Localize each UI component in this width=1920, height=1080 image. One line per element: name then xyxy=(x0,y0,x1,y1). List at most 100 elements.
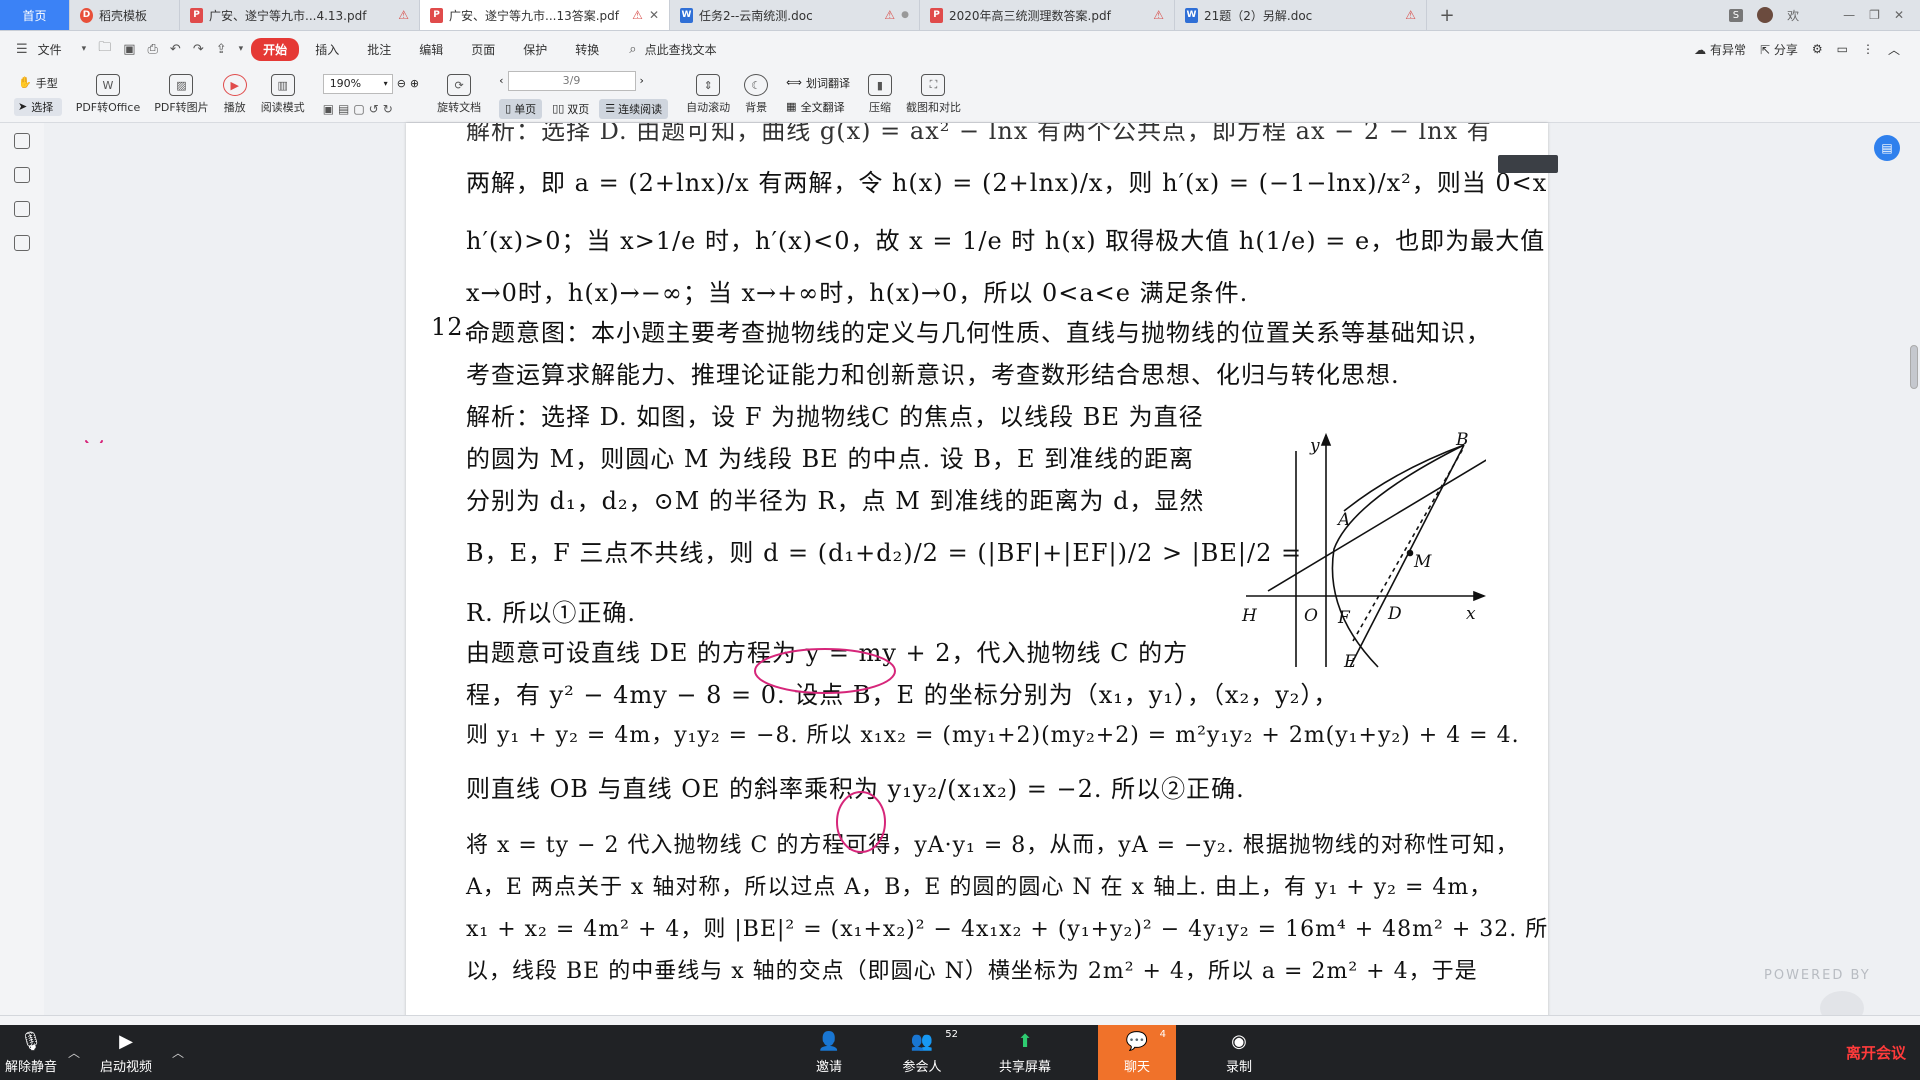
tab-pdf-3[interactable]: P 2020年高三统测理数答案.pdf ⚠ xyxy=(920,0,1175,30)
zoom-out-icon[interactable]: ⊖ xyxy=(397,77,406,90)
comment-icon[interactable]: ▭ xyxy=(1837,42,1848,56)
open-folder-icon[interactable]: 🗀 xyxy=(94,38,115,60)
new-tab-button[interactable]: + xyxy=(1427,0,1467,30)
share-button[interactable]: ⇱ 分享 xyxy=(1760,41,1798,58)
menu-bar: ☰ 文件 ▾ 🗀 ▣ ⎙ ↶ ↷ ⇪ ▾ 开始 插入 批注 编辑 页面 保护 转… xyxy=(0,31,1920,67)
redo-icon[interactable]: ↷ xyxy=(189,42,208,57)
settings-icon[interactable]: ⚙ xyxy=(1812,42,1823,56)
chevron-down-icon[interactable]: ▾ xyxy=(78,44,91,54)
report-issue-button[interactable]: ☁ 有异常 xyxy=(1694,41,1746,58)
doc-icon: W xyxy=(1185,7,1198,23)
save-icon[interactable]: ▣ xyxy=(119,42,139,57)
record-button[interactable]: ◉ 录制 xyxy=(1214,1025,1264,1080)
doc-line: 程，有 y² − 4my − 8 = 0. 设点 B，E 的坐标分别为（x₁，y… xyxy=(466,681,1339,709)
zoom-in-icon[interactable]: ⊕ xyxy=(410,77,419,90)
menu-page[interactable]: 页面 xyxy=(459,38,507,61)
tab-doc-2[interactable]: W 21题（2）另解.doc ⚠ xyxy=(1175,0,1427,30)
left-sidebar xyxy=(0,123,44,1025)
menu-annotate[interactable]: 批注 xyxy=(355,38,403,61)
start-video-button[interactable]: ▶ 启动视频 xyxy=(86,1025,166,1080)
background-button[interactable]: ☾ 背景 xyxy=(744,74,769,115)
menu-file[interactable]: 文件 xyxy=(36,38,74,61)
menu-start[interactable]: 开始 xyxy=(251,37,300,61)
annotation-list-icon[interactable] xyxy=(14,235,30,251)
tab-home[interactable]: 首页 xyxy=(0,0,70,30)
screenshot-compare-button[interactable]: ⛶ 截图和对比 xyxy=(906,74,961,115)
page-mini-toolbar[interactable] xyxy=(1498,155,1558,173)
chevron-up-icon[interactable]: ︿ xyxy=(68,1044,80,1061)
rotate-doc-button[interactable]: ⟳ 旋转文档 xyxy=(437,74,481,115)
pdf-to-office-button[interactable]: W PDF转Office xyxy=(76,74,140,115)
fit-width-icon[interactable]: ▤ xyxy=(338,102,349,116)
share-label: 分享 xyxy=(1773,42,1798,57)
outline-icon[interactable] xyxy=(14,133,30,149)
invite-button[interactable]: 👤 邀请 xyxy=(804,1025,854,1080)
zoom-value: 190% xyxy=(329,77,362,90)
actual-size-icon[interactable]: ▢ xyxy=(353,102,364,116)
hand-tool-button[interactable]: ✋ 手型 xyxy=(14,74,62,92)
unmute-button[interactable]: 🎙 解除静音 xyxy=(0,1025,62,1080)
word-translate-button[interactable]: ⟺ 划词翻译 xyxy=(782,74,854,92)
handwritten-annotation xyxy=(85,440,103,443)
play-icon: ▶ xyxy=(222,74,247,96)
float-tool-icon[interactable]: ▤ xyxy=(1874,135,1900,161)
menu-convert[interactable]: 转换 xyxy=(563,38,611,61)
undo-icon[interactable]: ↶ xyxy=(166,42,185,57)
auto-scroll-button[interactable]: ⇕ 自动滚动 xyxy=(686,74,730,115)
select-tool-button[interactable]: ➤ 选择 xyxy=(14,97,62,116)
compress-button[interactable]: ▮ 压缩 xyxy=(867,74,892,115)
menu-edit[interactable]: 编辑 xyxy=(407,38,455,61)
more-icon[interactable]: ⋮ xyxy=(1862,42,1874,56)
read-mode-button[interactable]: ▥ 阅读模式 xyxy=(261,74,305,115)
leave-meeting-button[interactable]: 离开会议 xyxy=(1846,1042,1906,1063)
search-text-button[interactable]: 点此查找文本 xyxy=(645,38,729,61)
continuous-button[interactable]: ☰ 连续阅读 xyxy=(599,98,669,119)
double-page-button[interactable]: ▯▯ 双页 xyxy=(546,99,595,119)
chevron-up-icon[interactable]: ︿ xyxy=(172,1044,184,1061)
close-window-icon[interactable]: ✕ xyxy=(1894,8,1904,22)
chat-button[interactable]: 💬 4 聊天 xyxy=(1098,1025,1177,1080)
share-screen-button[interactable]: ⬆ 共享屏幕 xyxy=(990,1025,1060,1080)
rotate-right-icon[interactable]: ↻ xyxy=(383,102,393,116)
participants-button[interactable]: 👥 52 参会人 xyxy=(892,1025,959,1080)
tab-pdf-1[interactable]: P 广安、遂宁等九市...4.13.pdf ⚠ xyxy=(180,0,420,30)
restore-icon[interactable]: ❐ xyxy=(1869,8,1880,22)
print-icon[interactable]: ⎙ xyxy=(144,42,162,57)
doc-line: x₁ + x₂ = 4m² + 4，则 |BE|² = (x₁+x₂)² − 4… xyxy=(466,917,1548,942)
warning-icon: ⚠ xyxy=(1153,8,1164,22)
word-translate-label: 划词翻译 xyxy=(805,76,850,90)
hamburger-icon[interactable]: ☰ xyxy=(12,42,32,57)
search-icon[interactable]: ⌕ xyxy=(625,42,640,57)
doc-line: R. 所以①正确. xyxy=(466,599,636,627)
rotate-left-icon[interactable]: ↺ xyxy=(369,102,379,116)
tab-pdf-2[interactable]: P 广安、遂宁等九市...13答案.pdf ⚠ ✕ xyxy=(420,0,670,30)
menu-insert[interactable]: 插入 xyxy=(303,38,351,61)
bookmark-icon[interactable] xyxy=(14,201,30,217)
s-badge[interactable]: S xyxy=(1728,8,1744,22)
chat-count: 4 xyxy=(1159,1029,1167,1040)
thumbnail-icon[interactable] xyxy=(14,167,30,183)
zoom-select[interactable]: 190% ▾ xyxy=(322,73,393,94)
chevron-down-icon[interactable]: ▾ xyxy=(235,44,248,54)
close-tab-icon[interactable]: ✕ xyxy=(649,8,659,22)
avatar[interactable] xyxy=(1757,7,1774,23)
user-label[interactable]: 欢 xyxy=(1787,7,1799,24)
collapse-ribbon-icon[interactable]: ︿ xyxy=(1888,41,1900,58)
fit-page-icon[interactable]: ▣ xyxy=(323,102,334,116)
page-input[interactable]: 3/9 xyxy=(507,70,636,91)
minimize-icon[interactable]: — xyxy=(1843,8,1855,22)
tab-daoke[interactable]: D 稻壳模板 xyxy=(70,0,180,30)
export-icon[interactable]: ⇪ xyxy=(212,42,231,57)
menu-protect[interactable]: 保护 xyxy=(511,38,559,61)
tab-label: 21题（2）另解.doc xyxy=(1204,8,1313,23)
next-page-icon[interactable]: › xyxy=(640,74,644,87)
pdf-icon: P xyxy=(190,7,203,23)
play-button[interactable]: ▶ 播放 xyxy=(222,74,247,115)
full-translate-button[interactable]: ▦ 全文翻译 xyxy=(782,98,854,116)
tab-doc-1[interactable]: W 任务2--云南统测.doc ⚠ ● xyxy=(670,0,920,30)
prev-page-icon[interactable]: ‹ xyxy=(499,74,503,87)
scrollbar-thumb[interactable] xyxy=(1910,345,1918,389)
pdf-to-image-button[interactable]: ▨ PDF转图片 xyxy=(154,74,209,115)
doc-line: 命题意图：本小题主要考查抛物线的定义与几何性质、直线与抛物线的位置关系等基础知识… xyxy=(466,319,1491,347)
single-page-button[interactable]: ▯ 单页 xyxy=(499,98,543,119)
